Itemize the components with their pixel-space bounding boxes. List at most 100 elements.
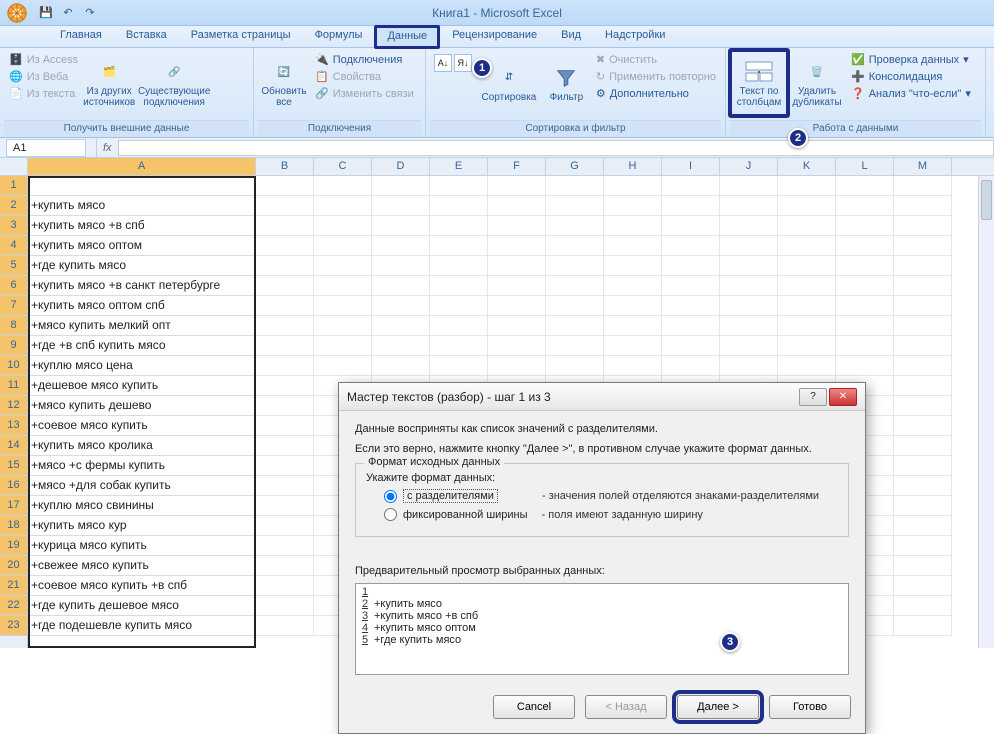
cell[interactable] — [488, 256, 546, 276]
cell[interactable] — [256, 436, 314, 456]
cell[interactable] — [372, 176, 430, 196]
redo-icon[interactable]: ↷ — [82, 5, 98, 21]
connections-button[interactable]: 🔌Подключения — [312, 52, 417, 67]
cell[interactable] — [894, 276, 952, 296]
row-header[interactable]: 15 — [0, 456, 27, 476]
column-header-H[interactable]: H — [604, 158, 662, 175]
select-all-corner[interactable] — [0, 158, 28, 176]
cell[interactable] — [256, 616, 314, 636]
radio-delimited[interactable] — [384, 490, 397, 503]
row-header[interactable]: 9 — [0, 336, 27, 356]
cell[interactable]: +купить мясо оптом — [28, 236, 256, 256]
cell[interactable]: +где подешевле купить мясо — [28, 616, 256, 636]
filter-button[interactable]: Фильтр — [542, 50, 591, 116]
cell[interactable] — [836, 176, 894, 196]
cell[interactable] — [720, 256, 778, 276]
edit-links-button[interactable]: 🔗Изменить связи — [312, 86, 417, 101]
cell[interactable] — [256, 236, 314, 256]
cell[interactable] — [546, 276, 604, 296]
cell[interactable] — [720, 296, 778, 316]
from-text-button[interactable]: 📄Из текста — [6, 86, 81, 101]
cell[interactable] — [314, 236, 372, 256]
tab-addins[interactable]: Надстройки — [595, 26, 675, 47]
cell[interactable] — [488, 356, 546, 376]
cell[interactable] — [430, 356, 488, 376]
cell[interactable]: +купить мясо кролика — [28, 436, 256, 456]
cell[interactable] — [778, 256, 836, 276]
row-header[interactable]: 7 — [0, 296, 27, 316]
cell[interactable] — [256, 456, 314, 476]
cell[interactable]: +купить мясо — [28, 196, 256, 216]
row-header[interactable]: 2 — [0, 196, 27, 216]
cell[interactable] — [372, 316, 430, 336]
cell[interactable] — [604, 276, 662, 296]
cell[interactable] — [662, 356, 720, 376]
cell[interactable] — [430, 216, 488, 236]
cell[interactable] — [604, 196, 662, 216]
cell[interactable] — [372, 196, 430, 216]
what-if-button[interactable]: ❓Анализ "что-если" ▾ — [848, 86, 974, 101]
tab-review[interactable]: Рецензирование — [442, 26, 547, 47]
cell[interactable] — [894, 496, 952, 516]
cell[interactable] — [430, 256, 488, 276]
cell[interactable] — [778, 336, 836, 356]
cell[interactable]: +дешевое мясо купить — [28, 376, 256, 396]
cell[interactable] — [488, 196, 546, 216]
cell[interactable] — [894, 356, 952, 376]
cell[interactable] — [604, 256, 662, 276]
cell[interactable] — [778, 236, 836, 256]
column-header-I[interactable]: I — [662, 158, 720, 175]
close-button[interactable]: ✕ — [829, 388, 857, 406]
cell[interactable] — [430, 236, 488, 256]
tab-formulas[interactable]: Формулы — [305, 26, 373, 47]
cell[interactable]: +мясо купить дешево — [28, 396, 256, 416]
cell[interactable] — [546, 176, 604, 196]
sort-desc-button[interactable]: Я↓ — [454, 54, 472, 72]
data-validation-button[interactable]: ✅Проверка данных ▾ — [848, 52, 974, 67]
cell[interactable] — [604, 296, 662, 316]
cell[interactable] — [662, 256, 720, 276]
cell[interactable]: +где +в спб купить мясо — [28, 336, 256, 356]
cell[interactable]: +соевое мясо купить +в спб — [28, 576, 256, 596]
tab-data[interactable]: Данные — [376, 26, 438, 47]
cell[interactable] — [256, 276, 314, 296]
row-header[interactable]: 22 — [0, 596, 27, 616]
cell[interactable] — [894, 236, 952, 256]
from-web-button[interactable]: 🌐Из Веба — [6, 69, 81, 84]
row-header[interactable]: 5 — [0, 256, 27, 276]
cell[interactable] — [256, 376, 314, 396]
cell[interactable] — [662, 196, 720, 216]
cell[interactable] — [314, 216, 372, 236]
cell[interactable] — [604, 356, 662, 376]
cell[interactable] — [720, 316, 778, 336]
cell[interactable] — [314, 356, 372, 376]
cell[interactable]: +купить мясо кур — [28, 516, 256, 536]
cell[interactable] — [894, 176, 952, 196]
cell[interactable] — [894, 596, 952, 616]
cell[interactable]: +мясо купить мелкий опт — [28, 316, 256, 336]
cell[interactable] — [894, 316, 952, 336]
cell[interactable] — [894, 196, 952, 216]
row-header[interactable]: 20 — [0, 556, 27, 576]
cell[interactable] — [256, 416, 314, 436]
cell[interactable] — [256, 516, 314, 536]
cell[interactable] — [488, 176, 546, 196]
cell[interactable] — [604, 216, 662, 236]
column-header-C[interactable]: C — [314, 158, 372, 175]
cell[interactable] — [546, 216, 604, 236]
help-button[interactable]: ? — [799, 388, 827, 406]
row-header[interactable]: 10 — [0, 356, 27, 376]
undo-icon[interactable]: ↶ — [60, 5, 76, 21]
cell[interactable] — [894, 536, 952, 556]
cell[interactable] — [488, 316, 546, 336]
cell[interactable] — [546, 316, 604, 336]
row-header[interactable]: 11 — [0, 376, 27, 396]
cell[interactable] — [662, 316, 720, 336]
cell[interactable] — [430, 196, 488, 216]
cell[interactable] — [314, 196, 372, 216]
column-header-D[interactable]: D — [372, 158, 430, 175]
cell[interactable] — [546, 336, 604, 356]
column-header-M[interactable]: M — [894, 158, 952, 175]
cell[interactable] — [604, 176, 662, 196]
from-other-sources-button[interactable]: 🗂️ Из других источников — [83, 50, 135, 116]
